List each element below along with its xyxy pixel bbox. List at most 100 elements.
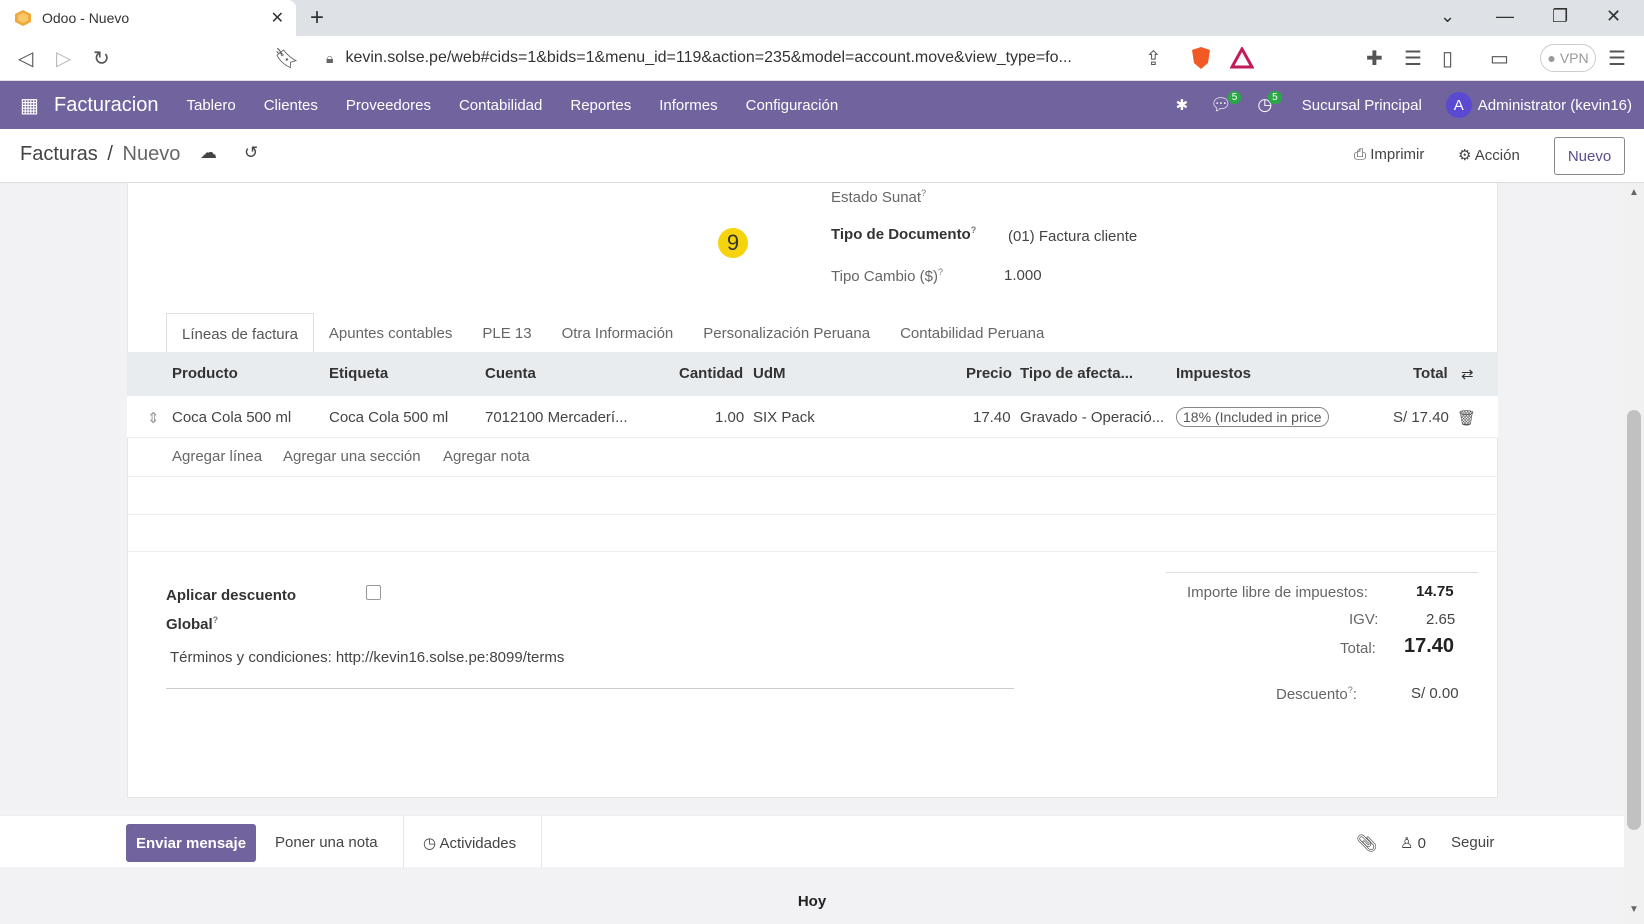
- brave-rewards-icon[interactable]: [1230, 47, 1254, 69]
- drag-handle-icon[interactable]: ⇕: [147, 409, 160, 427]
- address-bar[interactable]: 🔒︎ kevin.solse.pe/web#cids=1&bids=1&menu…: [310, 41, 1162, 75]
- follow-button[interactable]: Seguir: [1451, 834, 1494, 851]
- terms-conditions[interactable]: Términos y condiciones: http://kevin16.s…: [170, 649, 564, 666]
- extensions-icon[interactable]: ✚: [1366, 46, 1383, 71]
- send-message-button[interactable]: Enviar mensaje: [126, 824, 256, 862]
- tipo-cambio-help[interactable]: ?: [938, 267, 943, 277]
- add-line-link[interactable]: Agregar línea: [172, 448, 262, 465]
- menu-item-clientes[interactable]: Clientes: [264, 97, 318, 114]
- col-cuenta[interactable]: Cuenta: [485, 365, 536, 382]
- apps-grid-icon[interactable]: ▦: [20, 93, 40, 118]
- add-note-link[interactable]: Agregar nota: [443, 448, 530, 465]
- breadcrumb: Facturas / Nuevo: [20, 143, 180, 166]
- company-switcher[interactable]: Sucursal Principal: [1302, 97, 1422, 114]
- clock-icon: ◷: [423, 835, 437, 852]
- discard-undo-icon[interactable]: ↺: [244, 143, 258, 163]
- tab-contabilidad-peruana[interactable]: Contabilidad Peruana: [885, 313, 1059, 353]
- col-udm[interactable]: UdM: [753, 365, 786, 382]
- global-discount-checkbox[interactable]: [366, 585, 381, 600]
- line-etiqueta[interactable]: Coca Cola 500 ml: [329, 409, 448, 426]
- estado-sunat-help[interactable]: ?: [921, 188, 926, 198]
- app-brand[interactable]: Facturacion: [54, 94, 159, 117]
- odoo-favicon-icon: [15, 10, 31, 26]
- menu-item-proveedores[interactable]: Proveedores: [346, 97, 431, 114]
- back-icon[interactable]: ◁: [18, 46, 33, 71]
- wallet-icon[interactable]: ▭: [1490, 46, 1509, 71]
- print-button[interactable]: ⎙ Imprimir: [1354, 146, 1424, 163]
- reload-icon[interactable]: ↻: [93, 46, 110, 71]
- tab-apuntes-contables[interactable]: Apuntes contables: [314, 313, 467, 353]
- estado-sunat-label: Estado Sunat?: [831, 188, 926, 206]
- col-producto[interactable]: Producto: [172, 365, 238, 382]
- activities-button[interactable]: ◷ Actividades: [423, 834, 516, 852]
- add-section-link[interactable]: Agregar una sección: [283, 448, 421, 465]
- menu-item-informes[interactable]: Informes: [659, 97, 717, 114]
- followers-button[interactable]: ♙ 0: [1400, 834, 1426, 852]
- forward-icon[interactable]: ▷: [56, 46, 71, 71]
- action-button[interactable]: ⚙ Acción: [1458, 146, 1520, 164]
- user-menu[interactable]: Administrator (kevin16): [1478, 97, 1632, 114]
- line-cuenta[interactable]: 7012100 Mercaderí...: [485, 409, 628, 426]
- lock-icon: 🔒︎: [326, 49, 334, 66]
- browser-tab-title: Odoo - Nuevo: [42, 10, 130, 26]
- tab-personalizacion-peruana[interactable]: Personalización Peruana: [688, 313, 885, 353]
- menu-item-contabilidad[interactable]: Contabilidad: [459, 97, 542, 114]
- minimize-icon[interactable]: —: [1496, 6, 1514, 27]
- sidebar-icon[interactable]: ▯: [1442, 46, 1453, 71]
- printer-icon: ⎙: [1354, 146, 1367, 163]
- descuento-value: S/ 0.00: [1411, 685, 1459, 702]
- col-precio[interactable]: Precio: [966, 365, 1012, 382]
- log-note-button[interactable]: Poner una nota: [275, 834, 378, 851]
- tab-otra-informacion[interactable]: Otra Información: [547, 313, 689, 353]
- delete-line-icon[interactable]: 🗑︎: [1457, 409, 1476, 427]
- scroll-down-arrow-icon[interactable]: ▼: [1629, 904, 1639, 915]
- menu-item-configuracion[interactable]: Configuración: [746, 97, 839, 114]
- line-tipo-afectacion[interactable]: Gravado - Operació...: [1020, 409, 1164, 426]
- line-tax-tag[interactable]: 18% (Included in price: [1176, 407, 1329, 427]
- table-row[interactable]: ⇕ Coca Cola 500 ml Coca Cola 500 ml 7012…: [127, 396, 1498, 438]
- new-tab-icon[interactable]: +: [310, 4, 324, 32]
- line-precio[interactable]: 17.40: [973, 409, 1011, 426]
- debug-bug-icon[interactable]: ✱: [1176, 96, 1189, 114]
- tipo-cambio-label: Tipo Cambio ($)?: [831, 267, 943, 285]
- browser-tab[interactable]: Odoo - Nuevo ✕: [0, 0, 296, 36]
- bookmark-icon[interactable]: 🔖︎: [274, 46, 299, 71]
- igv-value: 2.65: [1426, 611, 1456, 628]
- col-tipo-afectacion[interactable]: Tipo de afecta...: [1020, 365, 1133, 382]
- tipo-documento-help[interactable]: ?: [971, 225, 977, 235]
- tipo-cambio-field[interactable]: 1.000: [1004, 267, 1042, 284]
- window-close-icon[interactable]: ✕: [1606, 6, 1621, 27]
- global-discount-help[interactable]: ?: [213, 615, 219, 625]
- line-producto[interactable]: Coca Cola 500 ml: [172, 409, 291, 426]
- playlist-icon[interactable]: ☰: [1404, 46, 1422, 71]
- optional-columns-icon[interactable]: ⇄: [1461, 365, 1474, 383]
- col-impuestos[interactable]: Impuestos: [1176, 365, 1251, 382]
- scrollbar-thumb[interactable]: [1627, 410, 1641, 830]
- menu-item-reportes[interactable]: Reportes: [570, 97, 631, 114]
- breadcrumb-facturas[interactable]: Facturas: [20, 143, 98, 165]
- tab-search-chevron-icon[interactable]: ⌄: [1440, 6, 1455, 27]
- save-cloud-icon[interactable]: ☁: [200, 143, 217, 163]
- line-udm[interactable]: SIX Pack: [753, 409, 815, 426]
- brave-shield-icon[interactable]: [1190, 46, 1212, 70]
- attachment-paperclip-icon[interactable]: 📎︎: [1356, 834, 1378, 854]
- col-etiqueta[interactable]: Etiqueta: [329, 365, 388, 382]
- tab-lineas-factura[interactable]: Líneas de factura: [166, 313, 314, 353]
- menu-item-tablero[interactable]: Tablero: [187, 97, 236, 114]
- tipo-documento-field[interactable]: (01) Factura cliente: [1008, 228, 1137, 245]
- tab-ple-13[interactable]: PLE 13: [467, 313, 546, 353]
- user-avatar[interactable]: A: [1445, 92, 1472, 118]
- print-label: Imprimir: [1370, 146, 1425, 163]
- col-total[interactable]: Total: [1413, 365, 1448, 382]
- col-cantidad[interactable]: Cantidad: [679, 365, 743, 382]
- vpn-button[interactable]: ● VPN: [1540, 44, 1596, 72]
- browser-menu-icon[interactable]: ☰: [1608, 46, 1626, 71]
- scroll-up-arrow-icon[interactable]: ▲: [1629, 187, 1639, 198]
- url-text: kevin.solse.pe/web#cids=1&bids=1&menu_id…: [345, 49, 1072, 66]
- share-icon[interactable]: ⇪: [1145, 46, 1162, 71]
- new-button[interactable]: Nuevo: [1554, 137, 1625, 175]
- gear-icon: ⚙: [1458, 147, 1472, 164]
- line-cantidad[interactable]: 1.00: [715, 409, 744, 426]
- restore-icon[interactable]: ❐: [1552, 6, 1568, 27]
- close-tab-icon[interactable]: ✕: [271, 8, 284, 28]
